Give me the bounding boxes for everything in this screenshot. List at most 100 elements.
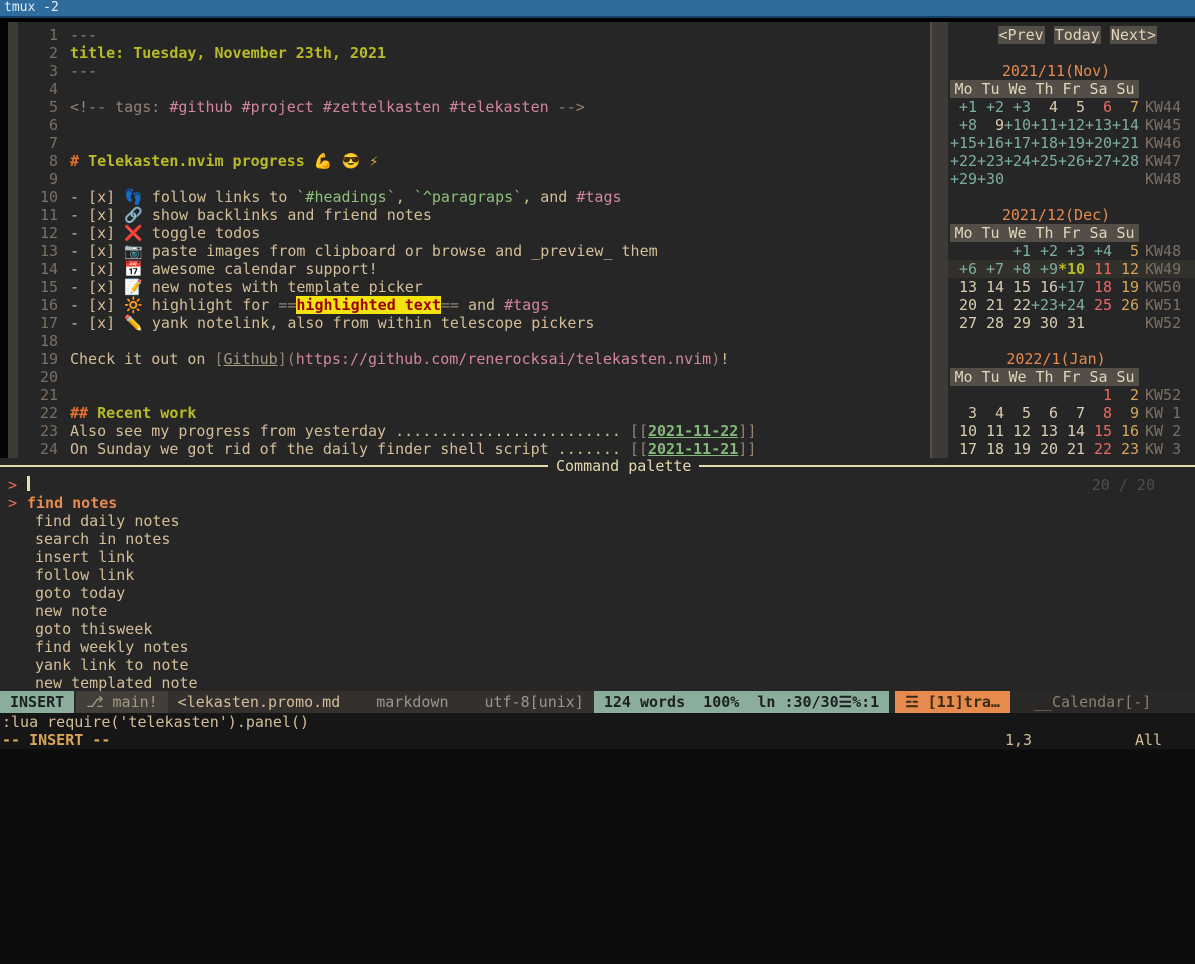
editor-line[interactable]: 6 — [18, 116, 930, 134]
editor-line[interactable]: 19Check it out on [Github](https://githu… — [18, 350, 930, 368]
calendar-day[interactable] — [1058, 386, 1085, 404]
calendar-day[interactable]: 6 — [1085, 98, 1112, 116]
calendar-day[interactable]: +24 — [1004, 152, 1031, 170]
calendar-day[interactable]: +3 — [1058, 242, 1085, 260]
calendar-day[interactable]: +27 — [1085, 152, 1112, 170]
calendar-day[interactable] — [1004, 386, 1031, 404]
editor-line[interactable]: 7 — [18, 134, 930, 152]
calendar-day[interactable]: 6 — [1031, 404, 1058, 422]
calendar-nav-button[interactable]: <Prev — [998, 26, 1045, 44]
palette-item[interactable]: search in notes — [0, 530, 1195, 548]
calendar-day[interactable]: 11 — [977, 422, 1004, 440]
calendar-day[interactable] — [1085, 170, 1112, 188]
calendar-day[interactable]: +20 — [1085, 134, 1112, 152]
calendar-day[interactable]: 31 — [1058, 314, 1085, 332]
palette-item[interactable]: goto today — [0, 584, 1195, 602]
calendar-day[interactable]: 18 — [977, 440, 1004, 458]
calendar-day[interactable]: 5 — [1112, 242, 1139, 260]
calendar-day[interactable] — [1112, 170, 1139, 188]
calendar-day[interactable]: 19 — [1004, 440, 1031, 458]
calendar-day[interactable]: +2 — [977, 98, 1004, 116]
calendar-day[interactable]: 13 — [950, 278, 977, 296]
calendar-day[interactable]: 27 — [950, 314, 977, 332]
calendar-day[interactable]: 22 — [1085, 440, 1112, 458]
palette-item[interactable]: find daily notes — [0, 512, 1195, 530]
editor-line[interactable]: 4 — [18, 80, 930, 98]
calendar-day[interactable]: 20 — [1031, 440, 1058, 458]
calendar-day[interactable]: 5 — [1058, 98, 1085, 116]
calendar-day[interactable]: 16 — [1112, 422, 1139, 440]
editor-line[interactable]: 13- [x] 📷 paste images from clipboard or… — [18, 242, 930, 260]
editor-line[interactable]: 12- [x] ❌ toggle todos — [18, 224, 930, 242]
calendar-day[interactable]: 23 — [1112, 440, 1139, 458]
editor-line[interactable]: 10- [x] 👣 follow links to `#headings`, `… — [18, 188, 930, 206]
calendar-day[interactable]: 10 — [950, 422, 977, 440]
left-scrollbar[interactable] — [8, 22, 18, 458]
calendar-day[interactable] — [977, 386, 1004, 404]
editor-line[interactable]: 17- [x] ✏️ yank notelink, also from with… — [18, 314, 930, 332]
calendar-day[interactable] — [1112, 314, 1139, 332]
calendar-day[interactable]: +10 — [1004, 116, 1031, 134]
editor-line[interactable]: 8# Telekasten.nvim progress 💪 😎 ⚡ — [18, 152, 930, 170]
calendar-day[interactable]: +13 — [1085, 116, 1112, 134]
calendar-day[interactable]: +23 — [1031, 296, 1058, 314]
calendar-day[interactable]: +21 — [1112, 134, 1139, 152]
calendar-day[interactable]: +15 — [950, 134, 977, 152]
calendar-day[interactable]: +19 — [1058, 134, 1085, 152]
editor-line[interactable]: 22## Recent work — [18, 404, 930, 422]
calendar-day[interactable]: 14 — [1058, 422, 1085, 440]
calendar-day[interactable]: 15 — [1085, 422, 1112, 440]
editor-line[interactable]: 20 — [18, 368, 930, 386]
editor-line[interactable]: 5<!-- tags: #github #project #zettelkast… — [18, 98, 930, 116]
markdown-editor[interactable]: 1---2title: Tuesday, November 23th, 2021… — [18, 22, 930, 458]
calendar-day[interactable]: *10 — [1058, 260, 1085, 278]
calendar-day[interactable]: 13 — [1031, 422, 1058, 440]
calendar-day[interactable] — [1031, 386, 1058, 404]
calendar-day[interactable]: 19 — [1112, 278, 1139, 296]
calendar-day[interactable]: 17 — [950, 440, 977, 458]
calendar-day[interactable] — [950, 242, 977, 260]
calendar-day[interactable]: +28 — [1112, 152, 1139, 170]
calendar-day[interactable]: 12 — [1004, 422, 1031, 440]
calendar-day[interactable]: 28 — [977, 314, 1004, 332]
calendar-day[interactable]: 20 — [950, 296, 977, 314]
calendar-day[interactable]: +7 — [977, 260, 1004, 278]
calendar-day[interactable]: 11 — [1085, 260, 1112, 278]
editor-line[interactable]: 23Also see my progress from yesterday ..… — [18, 422, 930, 440]
calendar-day[interactable] — [1004, 170, 1031, 188]
calendar-day[interactable]: +17 — [1004, 134, 1031, 152]
git-segment[interactable]: ⎇ main! — [76, 691, 167, 713]
calendar-day[interactable]: +3 — [1004, 98, 1031, 116]
calendar-day[interactable]: +23 — [977, 152, 1004, 170]
palette-item[interactable]: insert link — [0, 548, 1195, 566]
calendar-day[interactable]: 7 — [1058, 404, 1085, 422]
palette-item[interactable]: find weekly notes — [0, 638, 1195, 656]
calendar-day[interactable]: 4 — [1031, 98, 1058, 116]
calendar-day[interactable]: 12 — [1112, 260, 1139, 278]
editor-line[interactable]: 16- [x] 🔆 highlight for ==highlighted te… — [18, 296, 930, 314]
calendar-day[interactable]: +25 — [1031, 152, 1058, 170]
calendar-day[interactable]: +8 — [950, 116, 977, 134]
calendar-day[interactable]: 18 — [1085, 278, 1112, 296]
calendar-day[interactable]: +17 — [1058, 278, 1085, 296]
calendar-day[interactable]: 1 — [1085, 386, 1112, 404]
editor-line[interactable]: 2title: Tuesday, November 23th, 2021 — [18, 44, 930, 62]
calendar-day[interactable]: +4 — [1085, 242, 1112, 260]
calendar-day[interactable]: 25 — [1085, 296, 1112, 314]
calendar-day[interactable]: 29 — [1004, 314, 1031, 332]
editor-line[interactable]: 18 — [18, 332, 930, 350]
palette-item[interactable]: new templated note — [0, 674, 1195, 691]
editor-scrollbar[interactable] — [932, 22, 948, 458]
palette-item[interactable]: follow link — [0, 566, 1195, 584]
calendar-day[interactable]: 14 — [977, 278, 1004, 296]
calendar-day[interactable]: +24 — [1058, 296, 1085, 314]
calendar-day[interactable]: 30 — [1031, 314, 1058, 332]
calendar-nav-button[interactable]: Today — [1054, 26, 1101, 44]
palette-item[interactable]: new note — [0, 602, 1195, 620]
calendar-day[interactable]: +12 — [1058, 116, 1085, 134]
calendar-day[interactable]: +16 — [977, 134, 1004, 152]
editor-line[interactable]: 11- [x] 🔗 show backlinks and friend note… — [18, 206, 930, 224]
calendar-day[interactable]: +1 — [1004, 242, 1031, 260]
calendar-day[interactable]: +6 — [950, 260, 977, 278]
palette-item[interactable]: yank link to note — [0, 656, 1195, 674]
